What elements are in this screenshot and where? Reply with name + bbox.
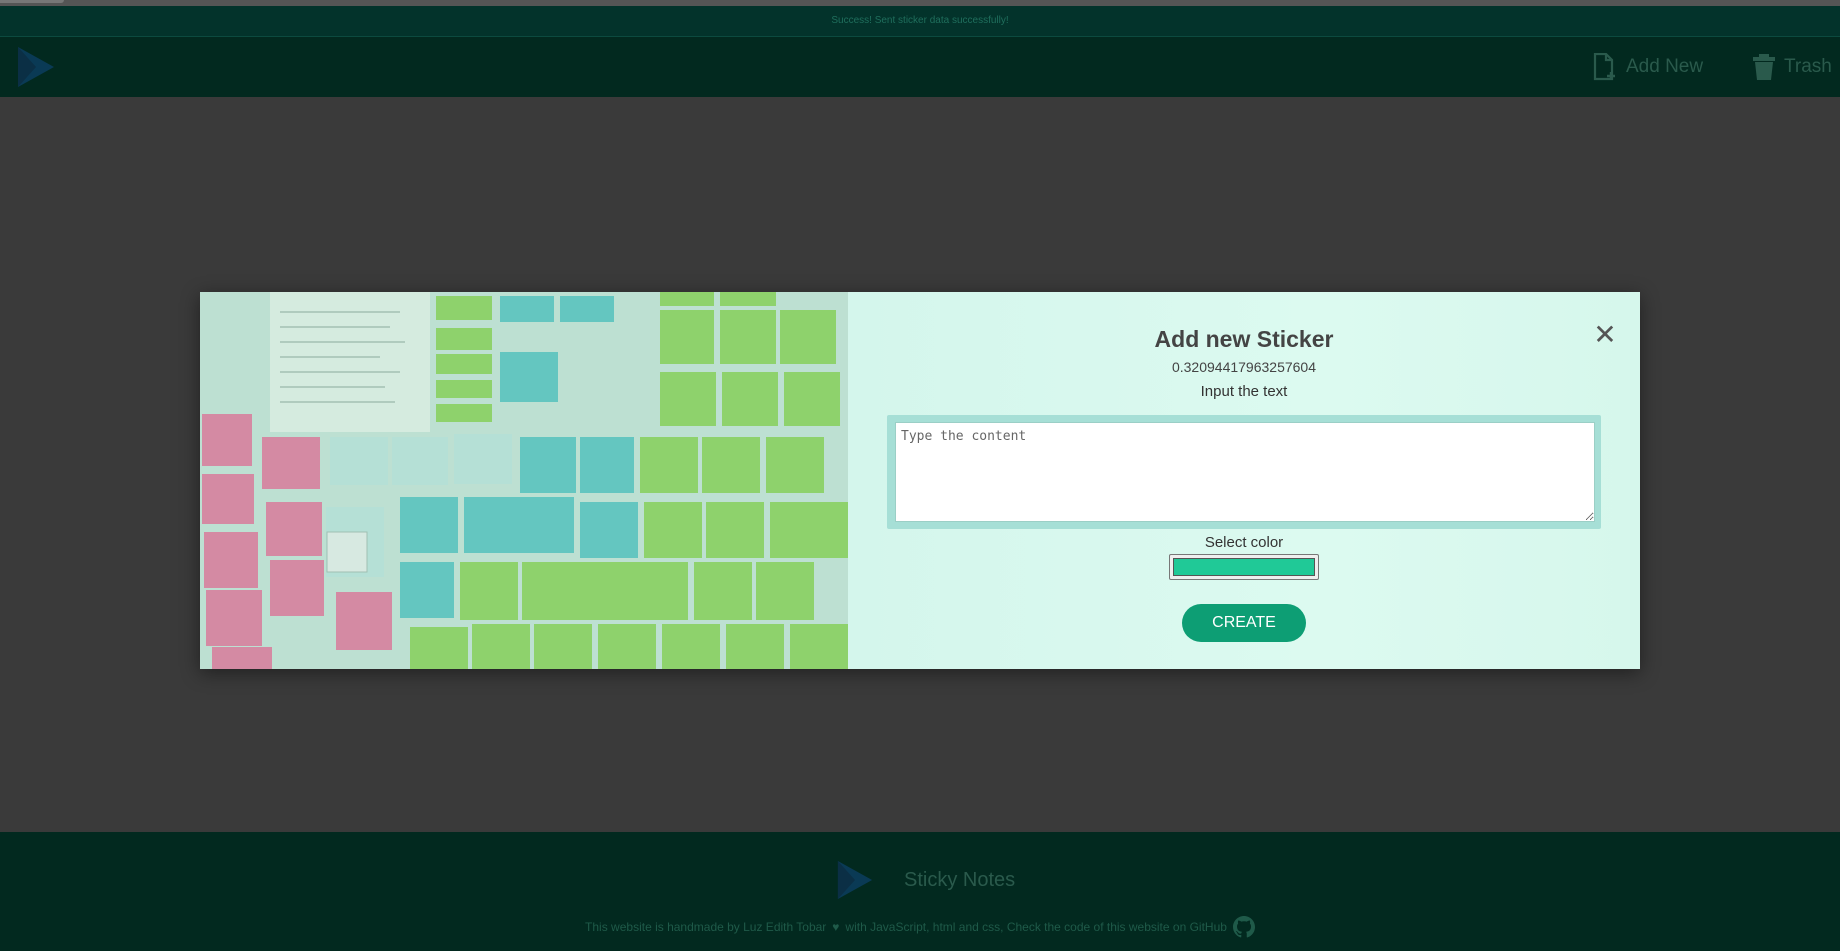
footer: Sticky Notes This website is handmade by… xyxy=(0,832,1840,951)
footer-brand-name: Sticky Notes xyxy=(904,868,1016,891)
credit-tail[interactable]: with JavaScript, html and css, Check the… xyxy=(845,920,1227,934)
success-alert: Success! Sent sticker data successfully! xyxy=(0,6,1840,37)
color-label: Select color xyxy=(1204,534,1284,551)
tab-hint xyxy=(0,0,64,3)
close-icon[interactable]: ✕ xyxy=(1592,321,1618,349)
trash-icon xyxy=(1753,54,1775,80)
input-label: Input the text xyxy=(1200,383,1288,400)
trash-button[interactable]: Trash xyxy=(1752,52,1832,82)
trash-label: Trash xyxy=(1784,56,1832,77)
play-logo-icon xyxy=(837,861,873,899)
footer-brand: Sticky Notes xyxy=(836,860,1015,900)
modal-title: Add new Sticker xyxy=(1154,326,1334,352)
footer-credit: This website is handmade by Luz Edith To… xyxy=(0,916,1840,938)
add-document-icon xyxy=(1593,53,1615,81)
heart-icon: ♥ xyxy=(832,920,840,934)
add-new-label: Add New xyxy=(1626,56,1704,77)
content-textarea[interactable] xyxy=(895,422,1595,522)
play-logo-icon[interactable] xyxy=(16,46,56,88)
color-picker[interactable] xyxy=(1169,554,1319,580)
alert-message: Success! Sent sticker data successfully! xyxy=(831,15,1009,26)
sticky-notes-photo-illustration xyxy=(200,292,848,669)
textarea-frame xyxy=(887,415,1601,529)
credit-text: This website is handmade by Luz Edith To… xyxy=(585,920,827,934)
add-sticker-modal: Add new Sticker ✕ 0.32094417963257604 In… xyxy=(200,292,1640,669)
sticky-notes-photo xyxy=(200,292,848,669)
create-button[interactable]: CREATE xyxy=(1182,604,1306,642)
color-swatch xyxy=(1173,558,1315,576)
sticker-form: Add new Sticker ✕ 0.32094417963257604 In… xyxy=(848,292,1640,669)
navbar: Add New Trash xyxy=(0,37,1840,97)
add-new-button[interactable]: Add New xyxy=(1592,52,1703,82)
github-icon[interactable] xyxy=(1232,916,1255,938)
sticker-id: 0.32094417963257604 xyxy=(1171,359,1317,375)
